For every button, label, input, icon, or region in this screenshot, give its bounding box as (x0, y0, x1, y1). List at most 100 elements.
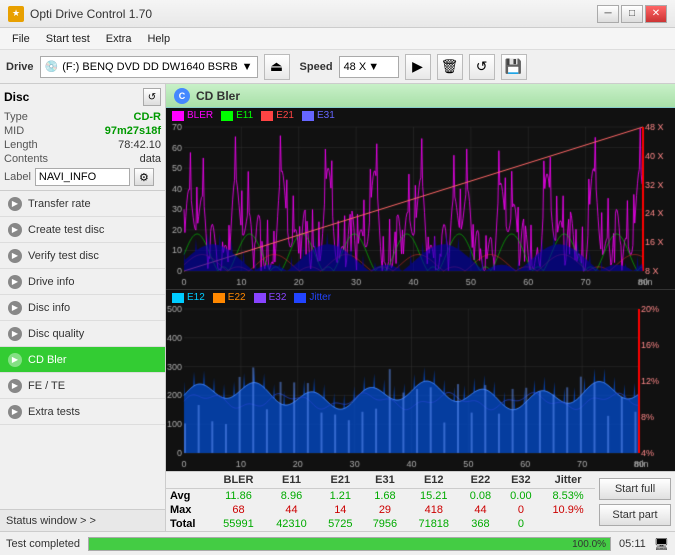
chart1-legend: BLER E11 E21 E31 (166, 108, 675, 123)
legend-e32: E32 (254, 292, 287, 303)
nav-label-disc-info: Disc info (28, 302, 70, 314)
speed-label: Speed (300, 61, 333, 73)
stats-area: BLER E11 E21 E31 E12 E22 E32 Jitter Avg (166, 471, 675, 531)
sidebar-item-disc-info[interactable]: ▶ Disc info (0, 295, 165, 321)
max-jitter: 10.9% (541, 503, 595, 517)
max-e12: 418 (407, 503, 460, 517)
menu-help[interactable]: Help (139, 31, 178, 47)
length-key: Length (4, 139, 38, 151)
eraser-button[interactable]: 🗑 (437, 54, 463, 80)
window-controls: ─ □ ✕ (597, 5, 667, 23)
contents-value: data (140, 153, 161, 165)
menu-extra[interactable]: Extra (98, 31, 140, 47)
disc-title: Disc (4, 90, 29, 104)
max-e11: 44 (265, 503, 318, 517)
sidebar-item-transfer-rate[interactable]: ▶ Transfer rate (0, 191, 165, 217)
fe-te-icon: ▶ (8, 379, 22, 393)
avg-e12: 15.21 (407, 489, 460, 504)
max-bler: 68 (212, 503, 265, 517)
total-e11: 42310 (265, 517, 318, 531)
col-header-e22: E22 (460, 472, 500, 489)
col-header-label (166, 472, 212, 489)
cd-bler-icon: ▶ (8, 353, 22, 367)
sidebar-item-create-test-disc[interactable]: ▶ Create test disc (0, 217, 165, 243)
menu-file[interactable]: File (4, 31, 38, 47)
total-e32: 0 (501, 517, 541, 531)
chart2-legend: E12 E22 E32 Jitter (166, 290, 675, 305)
sidebar-item-verify-test-disc[interactable]: ▶ Verify test disc (0, 243, 165, 269)
stats-row-max: Max 68 44 14 29 418 44 0 10.9% (166, 503, 595, 517)
col-header-e31: E31 (363, 472, 408, 489)
avg-e21: 1.21 (318, 489, 363, 504)
save-button[interactable]: 💾 (501, 54, 527, 80)
max-e22: 44 (460, 503, 500, 517)
maximize-button[interactable]: □ (621, 5, 643, 23)
chart1-canvas (166, 123, 675, 289)
col-header-e12: E12 (407, 472, 460, 489)
start-full-button[interactable]: Start full (599, 478, 671, 500)
menu-starttest[interactable]: Start test (38, 31, 98, 47)
chart-icon: C (174, 88, 190, 104)
minimize-button[interactable]: ─ (597, 5, 619, 23)
legend-jitter: Jitter (294, 292, 331, 303)
mid-key: MID (4, 125, 24, 137)
nav-label-verify-test-disc: Verify test disc (28, 250, 99, 262)
speed-value: 48 X (344, 61, 367, 73)
max-label: Max (166, 503, 212, 517)
total-label: Total (166, 517, 212, 531)
total-e12: 71818 (407, 517, 460, 531)
contents-key: Contents (4, 153, 48, 165)
start-part-button[interactable]: Start part (599, 504, 671, 526)
legend-e21: E21 (261, 110, 294, 121)
nav-label-transfer-rate: Transfer rate (28, 198, 91, 210)
menu-bar: File Start test Extra Help (0, 28, 675, 50)
avg-e22: 0.08 (460, 489, 500, 504)
drive-bar: Drive 💿 (F:) BENQ DVD DD DW1640 BSRB ▼ ⏏… (0, 50, 675, 84)
drive-label: Drive (6, 61, 34, 73)
disc-info-icon: ▶ (8, 301, 22, 315)
disc-panel: Disc ↺ Type CD-R MID 97m27s18f Length 78… (0, 84, 165, 191)
avg-bler: 11.86 (212, 489, 265, 504)
stats-row-total: Total 55991 42310 5725 7956 71818 368 0 (166, 517, 595, 531)
status-window-button[interactable]: Status window > > (0, 509, 165, 531)
main-layout: Disc ↺ Type CD-R MID 97m27s18f Length 78… (0, 84, 675, 531)
status-text: Test completed (6, 538, 80, 550)
col-header-e11: E11 (265, 472, 318, 489)
type-key: Type (4, 111, 28, 123)
transfer-rate-icon: ▶ (8, 197, 22, 211)
play-button[interactable]: ▶ (405, 54, 431, 80)
disc-refresh-button[interactable]: ↺ (143, 88, 161, 106)
avg-jitter: 8.53% (541, 489, 595, 504)
nav-label-cd-bler: CD Bler (28, 354, 67, 366)
close-button[interactable]: ✕ (645, 5, 667, 23)
col-header-e32: E32 (501, 472, 541, 489)
chart-header: C CD Bler (166, 84, 675, 108)
sidebar-item-drive-info[interactable]: ▶ Drive info (0, 269, 165, 295)
legend-e11: E11 (221, 110, 253, 121)
sidebar-item-disc-quality[interactable]: ▶ Disc quality (0, 321, 165, 347)
mid-value: 97m27s18f (105, 125, 161, 137)
eject-button[interactable]: ⏏ (264, 54, 290, 80)
total-e21: 5725 (318, 517, 363, 531)
refresh-button[interactable]: ↺ (469, 54, 495, 80)
drive-name: (F:) BENQ DVD DD DW1640 BSRB (62, 61, 237, 73)
chart-title: CD Bler (196, 89, 240, 103)
sidebar: Disc ↺ Type CD-R MID 97m27s18f Length 78… (0, 84, 166, 531)
avg-e32: 0.00 (501, 489, 541, 504)
avg-e11: 8.96 (265, 489, 318, 504)
progress-pct: 100.0% (572, 538, 606, 552)
sidebar-item-extra-tests[interactable]: ▶ Extra tests (0, 399, 165, 425)
label-edit-button[interactable]: ⚙ (134, 168, 154, 186)
verify-test-disc-icon: ▶ (8, 249, 22, 263)
label-input[interactable] (35, 168, 130, 186)
sidebar-item-cd-bler[interactable]: ▶ CD Bler (0, 347, 165, 373)
legend-e31: E31 (302, 110, 335, 121)
col-header-jitter: Jitter (541, 472, 595, 489)
speed-selector[interactable]: 48 X ▼ (339, 56, 399, 78)
sidebar-item-fe-te[interactable]: ▶ FE / TE (0, 373, 165, 399)
status-window-label: Status window > > (6, 515, 96, 527)
type-value: CD-R (134, 111, 162, 123)
nav-label-fe-te: FE / TE (28, 380, 65, 392)
total-e22: 368 (460, 517, 500, 531)
drive-selector[interactable]: 💿 (F:) BENQ DVD DD DW1640 BSRB ▼ (40, 56, 258, 78)
